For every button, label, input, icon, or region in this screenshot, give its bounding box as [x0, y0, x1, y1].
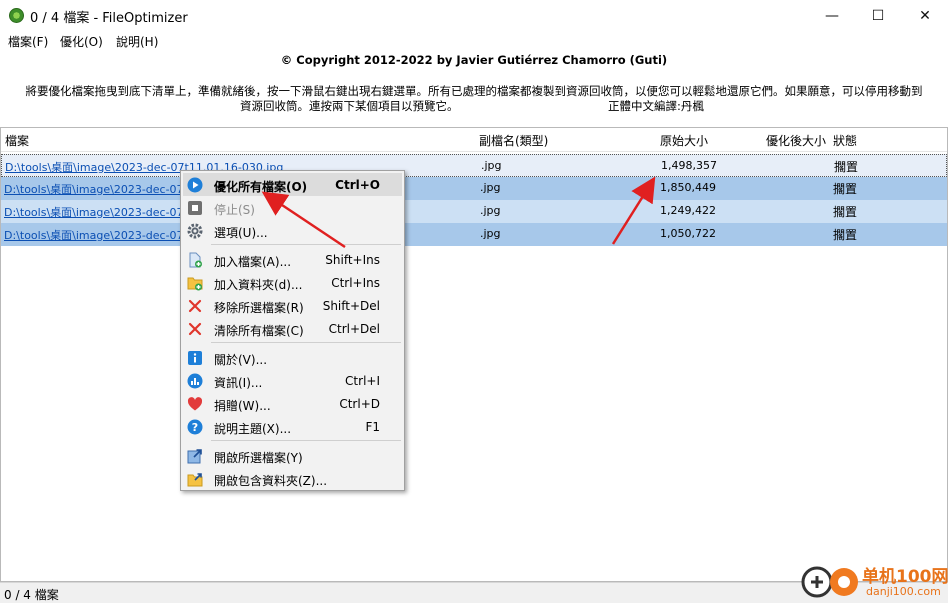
arrow-to-size	[611, 176, 656, 245]
annotation-arrows	[261, 176, 656, 249]
status-text: 0 / 4 檔案	[4, 588, 59, 602]
watermark-domain: danji100.com	[866, 585, 941, 598]
arrow-to-optimize	[261, 191, 346, 249]
app-window: 0 / 4 檔案 - FileOptimizer — ☐ ✕ 檔案(F) 優化(…	[0, 0, 948, 603]
watermark-brand: 单机100网	[862, 567, 948, 587]
watermark-logo: 单机100网 danji100.com	[800, 560, 948, 603]
